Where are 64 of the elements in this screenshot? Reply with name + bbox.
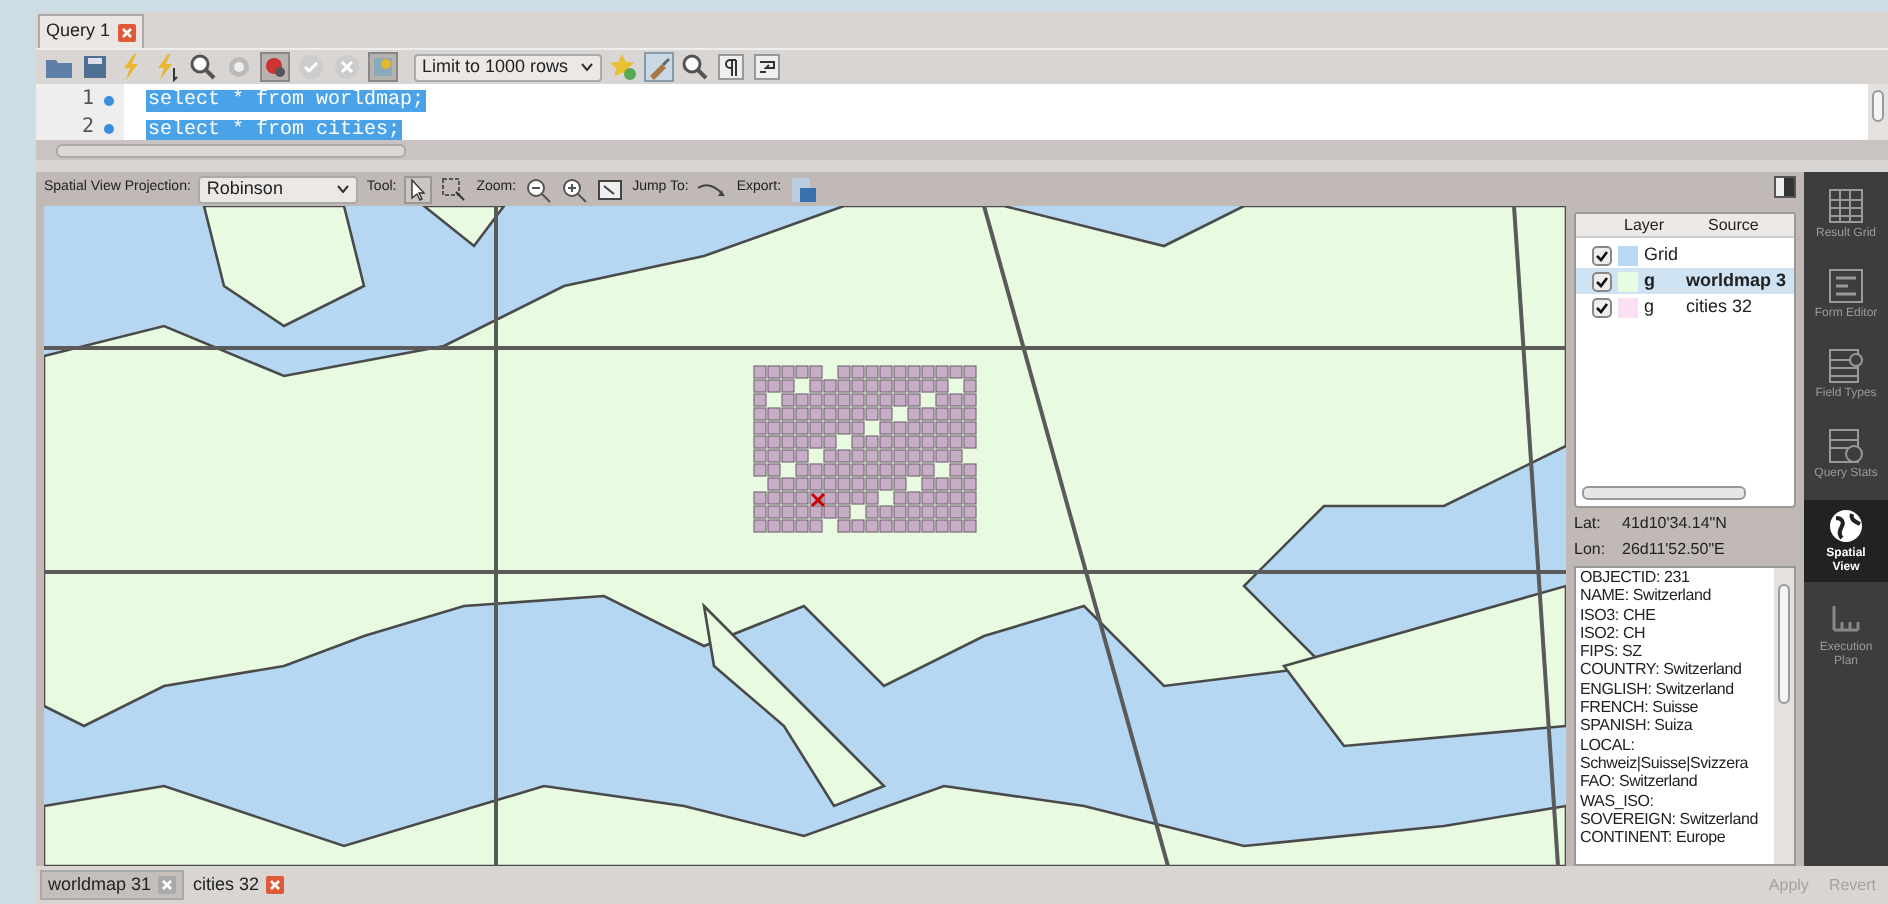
attribute-scrollbar[interactable]: [1774, 568, 1794, 864]
editor-vertical-scrollbar[interactable]: [1868, 84, 1888, 140]
coordinate-label: Lat:: [1574, 514, 1603, 534]
check-icon[interactable]: [296, 52, 326, 82]
layer-row[interactable]: Grid: [1576, 242, 1794, 268]
zoom-in-icon[interactable]: [560, 175, 589, 203]
pointer-icon[interactable]: [404, 175, 433, 203]
dot-icon: [104, 123, 114, 133]
limit-dropdown[interactable]: Limit to 1000 rows: [414, 53, 602, 81]
attribute-text: SOVEREIGN: Switzerland: [1580, 809, 1760, 829]
star-plus-icon[interactable]: [608, 52, 638, 82]
attribute-text: CONTINENT: Europe: [1580, 828, 1728, 847]
checkbox[interactable]: [1592, 271, 1612, 291]
chevron-down-icon: [580, 62, 594, 72]
close-icon[interactable]: [265, 876, 284, 894]
chevron-down-icon: [336, 184, 351, 194]
close-icon[interactable]: [118, 23, 137, 41]
attribute-text: SPANISH: Suiza: [1580, 716, 1695, 736]
result-tab[interactable]: cities 32: [187, 870, 290, 900]
grid-icon: [1826, 186, 1866, 226]
coordinate-value: 26d11'52.50"E: [1622, 540, 1725, 560]
line-number: 2: [81, 114, 94, 142]
coordinate-value: 41d10'34.14"N: [1622, 514, 1727, 534]
result-tab[interactable]: worldmap 31: [40, 870, 184, 900]
globe-icon: [1826, 506, 1866, 546]
layer-row[interactable]: g cities 32: [1576, 294, 1794, 320]
magnifier-icon[interactable]: [188, 52, 218, 82]
attribute-text: ENGLISH: Switzerland: [1580, 679, 1736, 699]
attribute-text: ISO3: CHE: [1580, 605, 1658, 624]
close-icon[interactable]: [157, 876, 176, 894]
form-icon: [1826, 266, 1866, 306]
query-tab[interactable]: Query 1: [38, 14, 145, 48]
export-icon[interactable]: [789, 175, 818, 203]
checkbox[interactable]: [1592, 245, 1612, 265]
attribute-text: FAO: Switzerland: [1580, 772, 1700, 792]
column-header: Layer: [1624, 214, 1667, 236]
attribute-text: WAS_ISO:: [1580, 791, 1656, 810]
checkbox[interactable]: [1592, 297, 1612, 317]
zoom-extent-icon[interactable]: [596, 175, 625, 203]
pilcrow-icon[interactable]: [716, 52, 746, 82]
attribute-text: FIPS: SZ: [1580, 642, 1644, 661]
column-header: Source: [1708, 214, 1759, 236]
wrap-icon[interactable]: [752, 52, 782, 82]
attribute-text: COUNTRY: Switzerland: [1580, 660, 1744, 680]
attribute-text: OBJECTID: 231: [1580, 568, 1692, 587]
attribute-text: LOCAL: Schweiz|Suisse|Svizzera: [1580, 735, 1751, 773]
select-area-icon[interactable]: [440, 175, 469, 203]
attribute-text: FRENCH: Suisse: [1580, 698, 1700, 717]
editor-horizontal-scrollbar[interactable]: [36, 140, 1888, 160]
coordinate-label: Lon:: [1574, 540, 1608, 560]
attribute-text: NAME: Switzerland: [1580, 586, 1714, 606]
magnifier-icon[interactable]: [680, 52, 710, 82]
attribute-text: ISO2: CH: [1580, 623, 1648, 643]
projection-dropdown[interactable]: Robinson: [198, 175, 359, 203]
lightning-cursor-icon[interactable]: [152, 52, 182, 82]
save-icon[interactable]: [80, 52, 110, 82]
map-drawing[interactable]: [44, 206, 1566, 866]
fields-icon: [1826, 346, 1866, 386]
zoom-out-icon[interactable]: [524, 175, 553, 203]
stats-icon: [1826, 426, 1866, 466]
panel-toggle-icon[interactable]: [1774, 176, 1796, 198]
line-number: 1: [81, 86, 94, 114]
layer-row[interactable]: g worldmap 3: [1576, 268, 1794, 294]
dot-icon: [104, 95, 114, 105]
